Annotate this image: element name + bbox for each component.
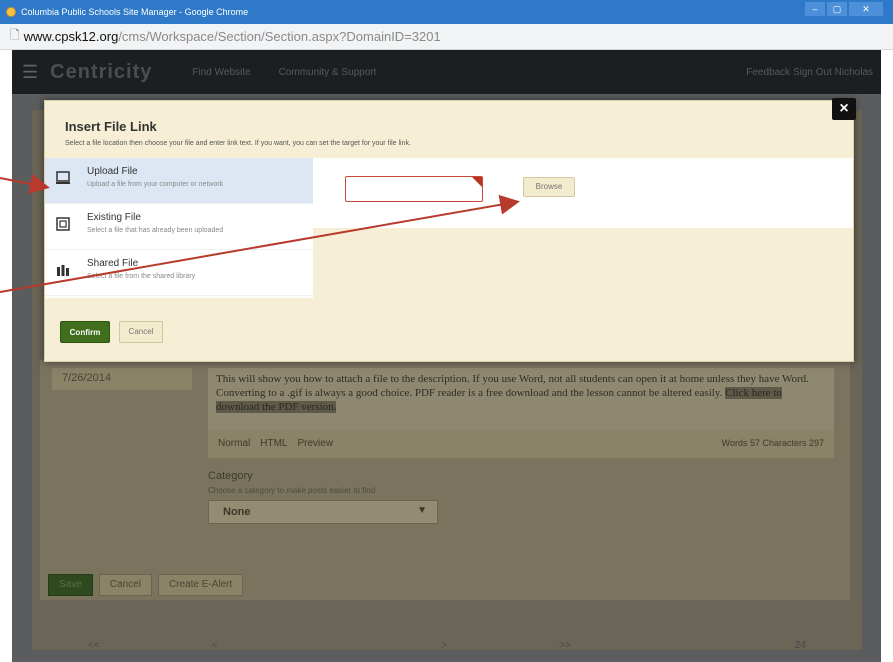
computer-icon (55, 170, 71, 186)
pager-item[interactable]: 24 (795, 640, 806, 651)
browser-title-bar: Columbia Public Schools Site Manager - G… (0, 0, 893, 24)
url-path: /cms/Workspace/Section/Section.aspx?Doma… (118, 29, 441, 44)
create-ealert-button[interactable]: Create E-Alert (157, 574, 244, 596)
nav-right-links[interactable]: Feedback Sign Out Nicholas (746, 67, 873, 78)
date-tab[interactable]: 7/26/2014 (52, 368, 192, 390)
word-count: Words 57 Characters 297 (721, 438, 824, 448)
editor-tab-html[interactable]: HTML (260, 438, 287, 450)
minimize-button[interactable]: – (805, 2, 825, 16)
form-buttons: Save Cancel Create E-Alert (48, 574, 244, 596)
option-description: Upload a file from your computer or netw… (87, 181, 224, 188)
close-icon[interactable]: × (832, 98, 856, 120)
pager-item[interactable]: >> (559, 640, 571, 651)
address-bar[interactable]: 🗋 www.cpsk12.org/cms/Workspace/Section/S… (0, 24, 893, 50)
upload-area: Browse (313, 158, 853, 228)
window-close-button[interactable]: ✕ (849, 2, 883, 16)
file-icon (55, 216, 71, 232)
app-brand: Centricity (50, 60, 153, 83)
category-help: Choose a category to make posts easier t… (208, 486, 376, 495)
category-value: None (223, 506, 251, 518)
option-existing-file[interactable]: Existing File Select a file that has alr… (45, 204, 313, 250)
dialog-title: Insert File Link (65, 119, 157, 134)
description-text: This will show you how to attach a file … (216, 373, 809, 399)
pager: << < > >> 24 (32, 640, 862, 651)
option-description: Select a file that has already been uplo… (87, 227, 224, 234)
pager-item[interactable]: < (212, 640, 218, 651)
nav-community-support[interactable]: Community & Support (279, 67, 377, 78)
dialog-footer: Confirm Cancel (45, 311, 853, 351)
option-upload-file[interactable]: Upload File Upload a file from your comp… (45, 158, 313, 204)
insert-file-link-dialog: Insert File Link Select a file location … (44, 100, 854, 362)
confirm-button[interactable]: Confirm (60, 321, 110, 343)
option-label: Existing File (87, 212, 141, 223)
library-icon (55, 262, 71, 278)
window-controls: – ▢ ✕ (805, 2, 883, 16)
nav-find-website[interactable]: Find Website (192, 67, 250, 78)
description-editor[interactable]: This will show you how to attach a file … (208, 368, 834, 430)
option-description: Select a file from the shared library (87, 273, 196, 280)
cancel-form-button[interactable]: Cancel (98, 574, 152, 596)
hamburger-menu-icon[interactable]: ☰ (22, 62, 38, 83)
category-label: Category (208, 470, 253, 482)
option-shared-file[interactable]: Shared File Select a file from the share… (45, 250, 313, 296)
option-label: Upload File (87, 166, 138, 177)
pager-item[interactable]: << (88, 640, 100, 651)
app-navbar: ☰ Centricity Find Website Community & Su… (12, 50, 881, 94)
maximize-button[interactable]: ▢ (827, 2, 847, 16)
editor-tab-bar: Normal HTML Preview Words 57 Characters … (208, 430, 834, 458)
browse-button[interactable]: Browse (523, 177, 575, 197)
category-select[interactable]: None ▼ (208, 500, 438, 524)
save-button[interactable]: Save (48, 574, 93, 596)
editor-tab-preview[interactable]: Preview (297, 438, 333, 450)
chrome-icon (6, 7, 16, 17)
editor-tab-normal[interactable]: Normal (218, 438, 250, 450)
pager-item[interactable]: > (441, 640, 447, 651)
dialog-instructions: Select a file location then choose your … (65, 140, 411, 147)
file-path-input[interactable] (345, 176, 483, 202)
dialog-body: Upload File Upload a file from your comp… (45, 158, 853, 298)
file-source-options: Upload File Upload a file from your comp… (45, 158, 313, 298)
page-icon: 🗋 (10, 28, 20, 42)
chevron-down-icon: ▼ (417, 505, 427, 516)
url-domain: www.cpsk12.org (23, 29, 119, 44)
window-title: Columbia Public Schools Site Manager - G… (21, 7, 249, 17)
option-label: Shared File (87, 258, 139, 269)
cancel-button[interactable]: Cancel (119, 321, 163, 343)
